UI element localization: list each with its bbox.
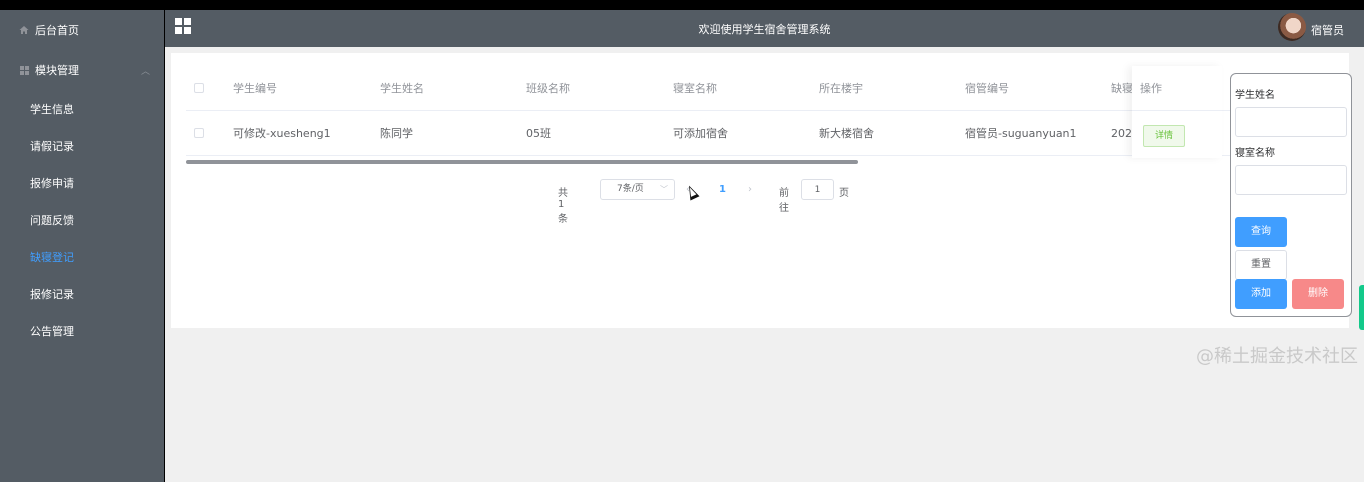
sidebar-item-feedback[interactable]: 问题反馈 [0,201,164,238]
content-card: 学生编号 学生姓名 班级名称 寝室名称 所在楼宇 宿管编号 缺寝 可修改-xue… [171,53,1352,328]
avatar[interactable] [1278,13,1306,41]
sidebar-item-repair-records[interactable]: 报修记录 [0,275,164,312]
column-header[interactable]: 所在楼宇 [819,66,863,111]
column-header[interactable]: 宿管编号 [965,66,1009,111]
grid-icon [19,65,29,75]
sidebar-item-label: 报修申请 [30,176,74,190]
home-icon [19,25,29,35]
sidebar-item-label: 公告管理 [30,324,74,338]
sidebar-item-repair-request[interactable]: 报修申请 [0,164,164,201]
search-panel: 学生姓名 寝室名称 查询 重置 添加 删除 [1230,73,1352,317]
main-content: 学生编号 学生姓名 班级名称 寝室名称 所在楼宇 宿管编号 缺寝 可修改-xue… [165,47,1364,482]
page-scroll-indicator[interactable] [1359,285,1364,330]
reset-button[interactable]: 重置 [1235,250,1287,280]
table-header-row: 学生编号 学生姓名 班级名称 寝室名称 所在楼宇 宿管编号 缺寝 [186,66,1236,111]
fixed-action-column: 操作 详情 [1132,66,1222,158]
delete-button[interactable]: 删除 [1292,279,1344,309]
detail-button[interactable]: 详情 [1143,125,1185,147]
column-header[interactable]: 学生编号 [233,66,277,111]
data-table: 学生编号 学生姓名 班级名称 寝室名称 所在楼宇 宿管编号 缺寝 可修改-xue… [186,66,1236,156]
table-cell: 05班 [526,127,551,140]
chevron-down-icon: ﹀ [660,185,668,194]
page-suffix: 页 [839,188,849,199]
column-header[interactable]: 学生姓名 [380,66,424,111]
sidebar-item-student-info[interactable]: 学生信息 [0,90,164,127]
sidebar: 后台首页 模块管理 ︿ 学生信息 请假记录 报修申请 问题反馈 缺寝登记 报修记… [0,10,164,482]
table-cell: 可修改-xuesheng1 [233,127,331,140]
sidebar-item-label: 模块管理 [35,64,79,77]
sidebar-submenu-modules[interactable]: 模块管理 ︿ [0,50,164,90]
sidebar-item-label: 缺寝登记 [30,250,74,264]
student-name-label: 学生姓名 [1235,90,1275,101]
sidebar-item-label: 学生信息 [30,102,74,116]
page-size-select[interactable]: 7条/页 ﹀ [600,179,675,200]
table-cell: 新大楼宿舍 [819,127,874,140]
scrollbar-thumb[interactable] [186,160,858,164]
query-button[interactable]: 查询 [1235,217,1287,247]
table-cell: 陈同学 [380,127,413,140]
top-header: 欢迎使用学生宿舍管理系统 宿管员 [165,10,1364,47]
top-black-strip [0,0,1364,10]
student-name-input[interactable] [1235,107,1347,137]
row-checkbox[interactable] [194,128,204,138]
add-button[interactable]: 添加 [1235,279,1287,309]
table-row[interactable]: 可修改-xuesheng1 陈同学 05班 可添加宿舍 新大楼宿舍 宿管员-su… [186,111,1236,156]
total-count: 共 1 条 [558,188,568,225]
table-cell: 宿管员-suguanyuan1 [965,127,1077,140]
mouse-cursor [684,183,700,201]
sidebar-item-leave-records[interactable]: 请假记录 [0,127,164,164]
column-header: 操作 [1132,66,1222,111]
sidebar-item-label: 问题反馈 [30,213,74,227]
sidebar-item-label: 请假记录 [30,139,74,153]
sidebar-item-label: 后台首页 [35,24,79,37]
sidebar-item-home[interactable]: 后台首页 [0,10,164,50]
horizontal-scrollbar[interactable] [186,159,1236,165]
table-cell: 可添加宿舍 [673,127,728,140]
sidebar-item-absence-registration[interactable]: 缺寝登记 [0,238,164,275]
watermark: @稀土掘金技术社区 [1196,346,1358,367]
sidebar-item-label: 报修记录 [30,287,74,301]
sidebar-item-announcements[interactable]: 公告管理 [0,312,164,349]
room-name-input[interactable] [1235,165,1347,195]
goto-label: 前往 [779,188,789,214]
select-all-checkbox[interactable] [194,83,204,93]
column-header[interactable]: 寝室名称 [673,66,717,111]
next-page-button[interactable]: › [748,184,752,195]
user-name[interactable]: 宿管员 [1311,22,1344,38]
column-header[interactable]: 班级名称 [526,66,570,111]
room-name-label: 寝室名称 [1235,148,1275,159]
page-size-value: 7条/页 [617,184,644,194]
goto-page-input[interactable] [801,179,834,200]
page-title: 欢迎使用学生宿舍管理系统 [698,23,831,36]
page-number[interactable]: 1 [719,184,726,195]
chevron-up-icon: ︿ [140,66,150,77]
